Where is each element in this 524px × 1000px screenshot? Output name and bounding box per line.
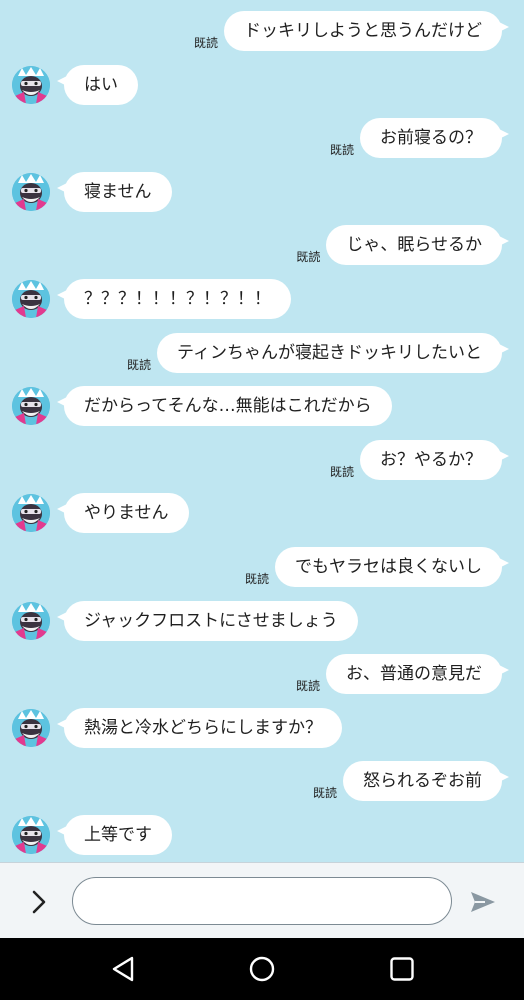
send-icon [471, 892, 495, 912]
received-message-row: だからってそんな…無能はこれだから [0, 382, 524, 430]
avatar[interactable] [12, 708, 50, 747]
received-message-row: 寝ません [0, 168, 524, 216]
avatar[interactable] [12, 816, 50, 854]
avatar[interactable] [12, 387, 50, 426]
message-bubble[interactable]: ？？？！！！？！？！！ [57, 279, 291, 319]
read-receipt: 既読 [127, 357, 152, 372]
received-message-row: ジャックフロストにさせましょう [0, 597, 524, 645]
sent-message-row: 怒られるぞお前 既読 [0, 757, 524, 805]
message-bubble[interactable]: お？やるか？ [360, 439, 509, 480]
avatar[interactable] [12, 601, 50, 640]
nav-back-button[interactable] [108, 954, 138, 984]
send-button[interactable] [466, 885, 500, 919]
avatar[interactable] [12, 172, 50, 211]
sent-message-row: ティンちゃんが寝起きドッキリしたいと 既読 [0, 329, 524, 377]
message-bubble[interactable]: ドッキリしようと思うんだけど [224, 11, 509, 51]
read-receipt: 既読 [312, 786, 337, 801]
sent-message-row: お？やるか？ 既読 [0, 436, 524, 484]
chat-area[interactable]: ドッキリしようと思うんだけど 既読 はい お前寝るの？ 既読 寝ません じゃ、眠らせるか 既読… [0, 0, 524, 862]
message-bubble[interactable]: 熱湯と冷水どちらにしますか？ [57, 707, 342, 748]
message-bubble[interactable]: だからってそんな…無能はこれだから [57, 386, 392, 427]
avatar[interactable] [12, 65, 50, 104]
message-bubble[interactable]: はい [57, 64, 138, 105]
nav-home-button[interactable] [247, 954, 277, 984]
message-input-bar [0, 862, 524, 938]
android-navigation-bar [0, 938, 524, 1000]
message-bubble[interactable]: やりません [57, 493, 189, 534]
recents-square-icon [390, 957, 414, 981]
home-circle-icon [249, 956, 275, 982]
message-bubble[interactable]: 寝ません [57, 171, 172, 212]
read-receipt: 既読 [295, 679, 320, 694]
read-receipt: 既読 [329, 143, 354, 158]
sent-message-row: でもヤラセは良くないし 既読 [0, 543, 524, 591]
message-bubble[interactable]: 怒られるぞお前 [343, 761, 509, 802]
received-message-row: 熱湯と冷水どちらにしますか？ [0, 704, 524, 752]
sent-message-row: じゃ、眠らせるか 既読 [0, 221, 524, 269]
sent-message-row: ドッキリしようと思うんだけど 既読 [0, 7, 524, 55]
chevron-right-icon [32, 890, 46, 914]
sent-message-row: お、普通の意見だ 既読 [0, 650, 524, 698]
received-message-row: ？？？！！！？！？！！ [0, 275, 524, 323]
received-message-row: 上等です [0, 811, 524, 859]
back-triangle-icon [112, 956, 134, 982]
avatar[interactable] [12, 494, 50, 533]
message-bubble[interactable]: ティンちゃんが寝起きドッキリしたいと [157, 332, 509, 373]
read-receipt: 既読 [329, 464, 354, 479]
read-receipt: 既読 [193, 36, 218, 50]
message-bubble[interactable]: ジャックフロストにさせましょう [57, 600, 358, 641]
read-receipt: 既読 [296, 250, 321, 265]
received-message-row: やりません [0, 489, 524, 537]
nav-recents-button[interactable] [387, 954, 417, 984]
avatar[interactable] [12, 280, 50, 318]
sent-message-row: お前寝るの？ 既読 [0, 114, 524, 162]
message-bubble[interactable]: 上等です [57, 815, 172, 855]
message-bubble[interactable]: でもヤラセは良くないし [275, 547, 509, 587]
message-bubble[interactable]: お前寝るの？ [360, 118, 509, 159]
received-message-row: はい [0, 61, 524, 109]
message-bubble[interactable]: お、普通の意見だ [326, 654, 509, 695]
message-bubble[interactable]: じゃ、眠らせるか [326, 225, 509, 266]
read-receipt: 既読 [244, 572, 269, 586]
message-input[interactable] [72, 877, 452, 925]
expand-menu-button[interactable] [22, 885, 56, 919]
